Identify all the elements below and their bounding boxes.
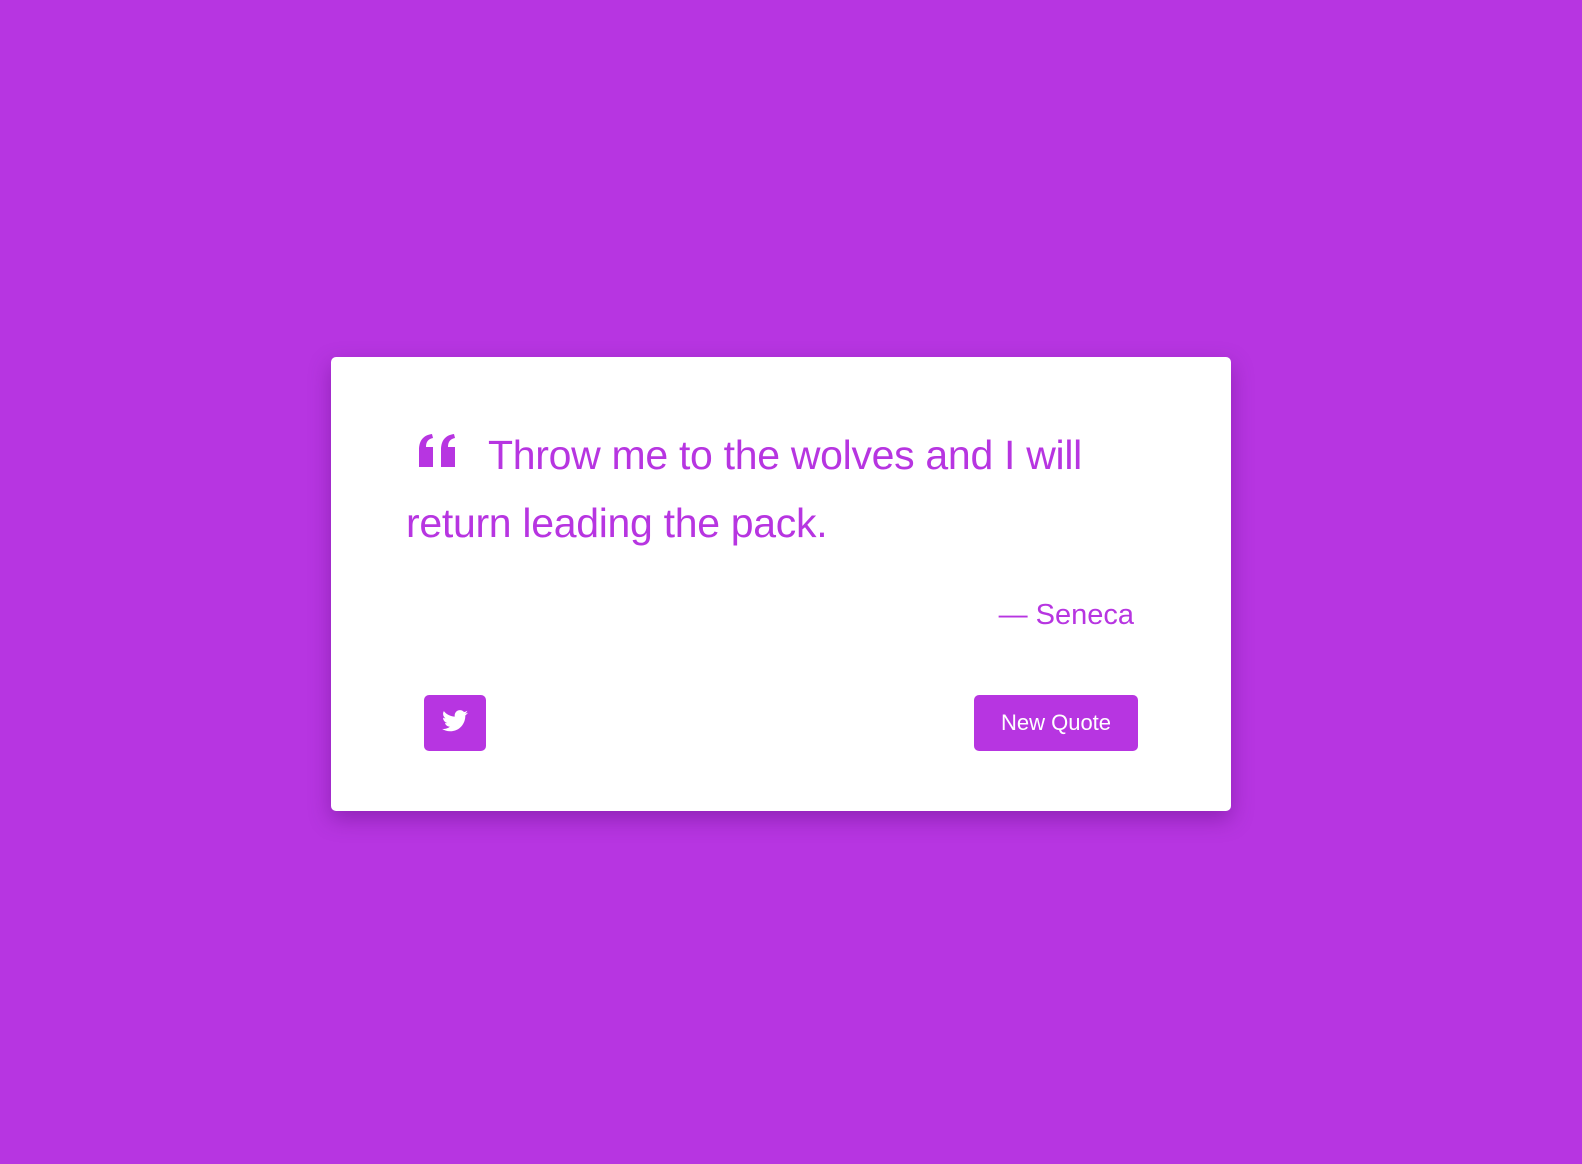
author-dash: — [998, 599, 1028, 631]
quote-author: — Seneca [999, 597, 1134, 633]
quote-card: Throw me to the wolves and I will return… [331, 357, 1231, 811]
new-quote-button[interactable]: New Quote [974, 695, 1138, 751]
quote-left-icon [416, 434, 458, 470]
author-name: Seneca [1035, 599, 1134, 631]
tweet-quote-button[interactable] [424, 695, 486, 751]
quote-text: Throw me to the wolves and I will return… [406, 432, 1082, 546]
twitter-icon [442, 709, 468, 737]
quote-text-block: Throw me to the wolves and I will return… [406, 421, 1166, 557]
